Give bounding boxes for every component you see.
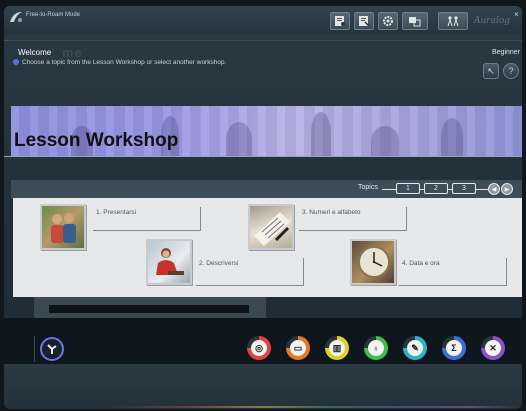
people-button[interactable] — [438, 12, 468, 30]
writing-photo-icon — [254, 212, 290, 246]
lesson-1-card[interactable]: 1. Presentarsi — [93, 207, 201, 231]
help-button[interactable]: ? — [503, 63, 519, 79]
workshops-button[interactable] — [402, 12, 428, 30]
lesson-1-thumbnail[interactable] — [40, 204, 86, 250]
lesson-2-thumbnail[interactable] — [146, 239, 192, 285]
recorder-icon: ▭ — [290, 340, 306, 356]
dictionary-icon — [359, 16, 370, 27]
progress-track — [49, 305, 249, 313]
brand-logo: Auralog — [474, 16, 511, 26]
status-dot — [13, 59, 19, 65]
banner-figure — [441, 118, 463, 156]
notes-button[interactable] — [330, 12, 350, 30]
welcome-label: Welcome — [18, 48, 52, 57]
random-topic-button[interactable] — [40, 337, 64, 361]
banner-divider — [4, 156, 522, 157]
settings-button[interactable] — [378, 12, 398, 30]
shuffle-icon — [47, 344, 57, 354]
woman-photo-icon — [156, 248, 184, 275]
topics-connector — [476, 189, 488, 190]
arrow-left-icon: ◀ — [491, 186, 497, 193]
pen-icon: ✎ — [407, 340, 423, 356]
close-icon[interactable]: × — [514, 10, 519, 19]
app-logo-icon — [10, 12, 22, 22]
dictionary-button[interactable] — [354, 12, 374, 30]
welcome-ghost-text: me — [62, 45, 83, 60]
banner-figure — [311, 112, 331, 156]
lesson-4-thumbnail[interactable] — [350, 239, 396, 285]
lesson-4-card[interactable]: 4. Data e ora — [399, 258, 507, 286]
couple-photo-icon — [51, 213, 76, 243]
lesson-2-card[interactable]: 2. Descriversi — [196, 258, 304, 286]
status-strip — [4, 364, 522, 409]
help-icon: ? — [508, 66, 514, 76]
book-icon: ▥ — [329, 340, 345, 356]
exercises-button[interactable]: ✕ — [481, 336, 505, 360]
microphone-icon: ♁ — [368, 340, 384, 356]
listen-button[interactable]: ◎ — [247, 336, 271, 360]
banner-figure — [226, 122, 252, 156]
read-button[interactable]: ▥ — [325, 336, 349, 360]
status-gradient-line — [4, 406, 522, 408]
level-label: Beginner — [492, 49, 521, 56]
notes-icon — [335, 16, 345, 26]
headphones-icon: ◎ — [251, 340, 267, 356]
gear-icon — [383, 16, 393, 26]
lesson-3-label: 3. Numeri e alfabeto — [302, 209, 361, 216]
lesson-1-label: 1. Presentarsi — [96, 209, 137, 216]
next-page-button[interactable]: ▶ — [501, 183, 513, 195]
pointer-icon: ↖ — [487, 65, 495, 76]
pointer-button[interactable]: ↖ — [483, 63, 499, 79]
previous-page-button[interactable]: ◀ — [488, 183, 500, 195]
topic-page-3-button[interactable]: 3 — [452, 183, 476, 194]
cross-icon: ✕ — [485, 340, 501, 356]
write-button[interactable]: ✎ — [403, 336, 427, 360]
arrow-right-icon: ▶ — [504, 186, 510, 193]
people-icon — [447, 16, 459, 27]
topics-connector — [382, 189, 396, 190]
grammar-button[interactable]: Σ — [442, 336, 466, 360]
app-window: Free-to-Roam Mode Auralog × me Welcome B… — [4, 6, 522, 409]
lesson-2-label: 2. Descriversi — [199, 260, 239, 267]
app-title: Free-to-Roam Mode — [26, 12, 81, 18]
record-button[interactable]: ▭ — [286, 336, 310, 360]
banner-figure — [371, 126, 399, 156]
clock-photo-icon — [358, 246, 390, 278]
topics-label: Topics — [358, 184, 378, 191]
page-title: Lesson Workshop — [14, 130, 179, 151]
lesson-panel: 1. Presentarsi 2. Descriversi 3. Numeri … — [13, 198, 522, 297]
speak-button[interactable]: ♁ — [364, 336, 388, 360]
sigma-icon: Σ — [446, 340, 462, 356]
topic-page-1-button[interactable]: 1 — [396, 183, 420, 194]
lesson-3-thumbnail[interactable] — [248, 204, 294, 250]
toolbar-separator — [34, 336, 35, 362]
lesson-3-card[interactable]: 3. Numeri e alfabeto — [299, 207, 407, 231]
lesson-4-label: 4. Data e ora — [402, 260, 440, 267]
topic-page-2-button[interactable]: 2 — [424, 183, 448, 194]
workshops-icon — [409, 17, 421, 27]
instructions-text: Choose a topic from the Lesson Workshop … — [22, 59, 227, 66]
